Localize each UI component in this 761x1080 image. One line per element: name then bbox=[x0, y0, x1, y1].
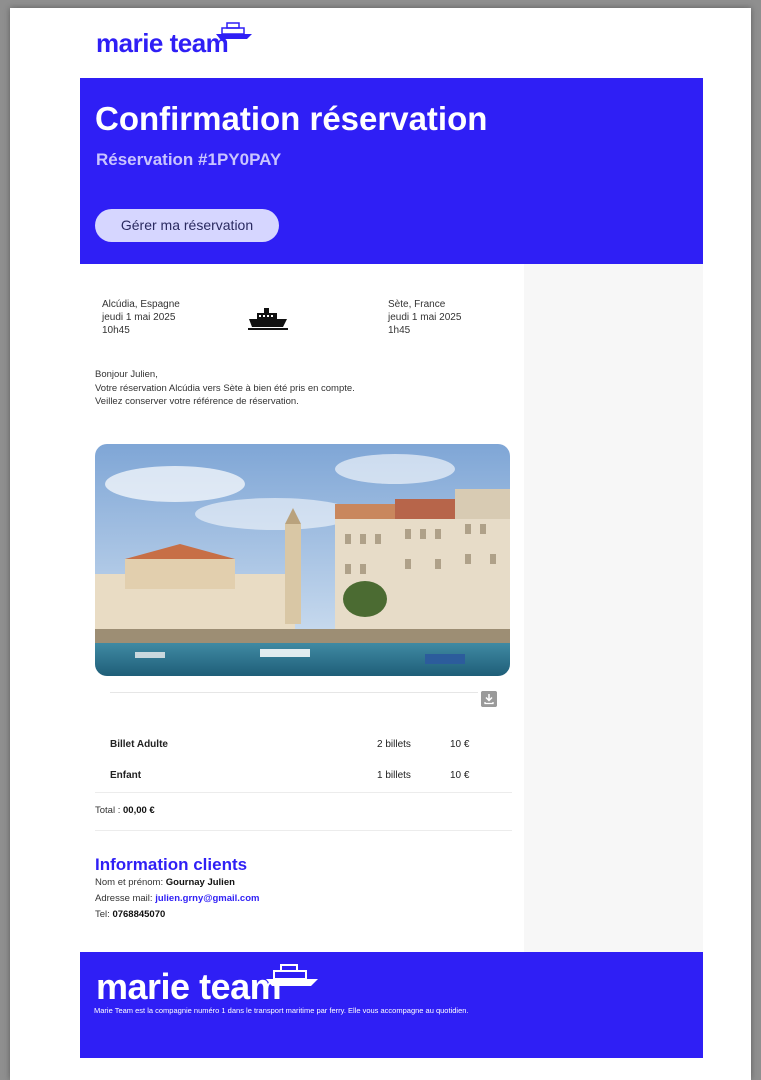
hero-banner: Confirmation réservation Réservation #1P… bbox=[80, 78, 703, 264]
boat-logo-icon bbox=[266, 964, 318, 986]
reservation-number: Réservation #1PY0PAY bbox=[96, 150, 282, 169]
destination-photo bbox=[95, 444, 510, 676]
departure-city: Alcúdia, Espagne bbox=[102, 299, 180, 310]
client-tel-label: Tel: bbox=[95, 909, 113, 920]
boat-logo-icon bbox=[216, 22, 252, 39]
ticket-price: 10 € bbox=[450, 770, 470, 781]
departure-time: 10h45 bbox=[102, 325, 130, 336]
confirmation-line: Votre réservation Alcúdia vers Sète à bi… bbox=[95, 382, 355, 394]
ticket-quantity: 1 billets bbox=[377, 770, 411, 781]
departure-info: Alcúdia, Espagne jeudi 1 mai 2025 10h45 bbox=[102, 298, 180, 337]
ferry-icon bbox=[248, 308, 288, 330]
ticket-quantity: 2 billets bbox=[377, 739, 411, 750]
client-divider bbox=[95, 830, 512, 831]
arrival-city: Sète, France bbox=[388, 299, 446, 310]
section-divider bbox=[110, 692, 478, 693]
reference-note: Veillez conserver votre référence de rés… bbox=[95, 396, 299, 407]
email-page: marie team Confirmation réservation Rése… bbox=[10, 8, 751, 1080]
footer-logo-text: marie team bbox=[96, 966, 282, 1007]
arrival-time: 1h45 bbox=[388, 325, 411, 336]
footer: marie team Marie Team est la compagnie n… bbox=[80, 952, 703, 1058]
client-name-value: Gournay Julien bbox=[165, 877, 235, 888]
download-icon[interactable] bbox=[481, 691, 497, 707]
client-email-label: Adresse mail: bbox=[95, 893, 156, 904]
footer-tagline: Marie Team est la compagnie numéro 1 dan… bbox=[94, 1006, 469, 1015]
client-name-line: Nom et prénom: Gournay Julien bbox=[95, 877, 235, 888]
ticket-row: Billet Adulte 2 billets 10 € bbox=[110, 739, 510, 753]
ticket-name: Enfant bbox=[110, 770, 142, 781]
side-panel bbox=[524, 264, 703, 952]
main-content: Alcúdia, Espagne jeudi 1 mai 2025 10h45 … bbox=[80, 264, 524, 952]
total-divider bbox=[95, 792, 512, 793]
client-email-line: Adresse mail: julien.grny@gmail.com bbox=[95, 893, 259, 904]
page-title: Confirmation réservation bbox=[95, 100, 488, 137]
manage-reservation-button[interactable]: Gérer ma réservation bbox=[95, 209, 279, 242]
greeting-text: Bonjour Julien, Votre réservation Alcúdi… bbox=[95, 368, 515, 409]
client-info-title: Information clients bbox=[95, 855, 248, 874]
client-email-link[interactable]: julien.grny@gmail.com bbox=[155, 893, 259, 904]
ticket-row: Enfant 1 billets 10 € bbox=[110, 770, 510, 784]
total-value: 00,00 € bbox=[123, 805, 155, 816]
arrival-info: Sète, France jeudi 1 mai 2025 1h45 bbox=[388, 298, 461, 337]
departure-date: jeudi 1 mai 2025 bbox=[102, 312, 176, 323]
client-tel-line: Tel: 0768845070 bbox=[95, 909, 165, 920]
ticket-name: Billet Adulte bbox=[110, 739, 168, 750]
brand-logo[interactable]: marie team bbox=[96, 22, 252, 59]
greeting-line: Bonjour Julien, bbox=[95, 369, 158, 380]
ticket-price: 10 € bbox=[450, 739, 470, 750]
brand-logo-text: marie team bbox=[96, 28, 229, 58]
total-label: Total : bbox=[95, 805, 123, 816]
client-name-label: Nom et prénom: bbox=[95, 877, 166, 888]
arrival-date: jeudi 1 mai 2025 bbox=[388, 312, 462, 323]
total-line: Total : 00,00 € bbox=[95, 805, 155, 816]
client-tel-value: 0768845070 bbox=[112, 909, 166, 920]
